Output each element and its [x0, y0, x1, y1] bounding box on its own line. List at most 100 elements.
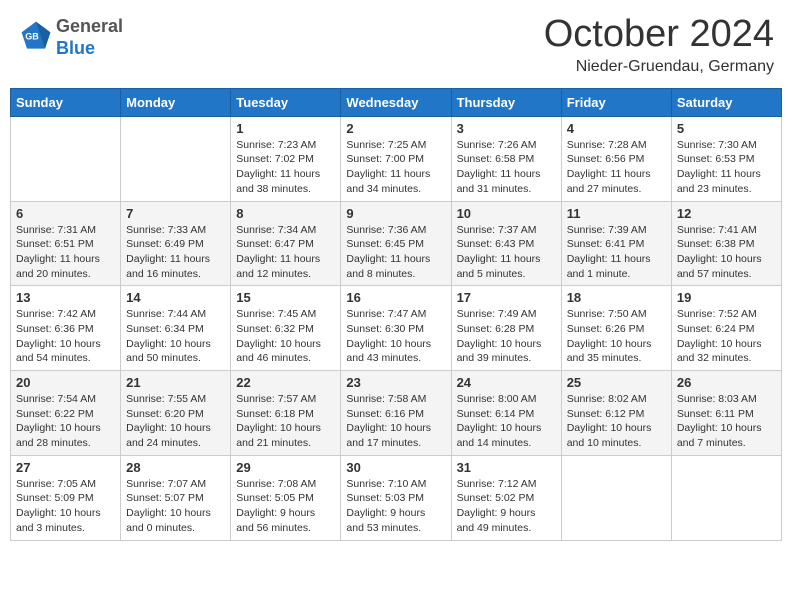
day-number: 13 — [16, 290, 115, 305]
day-number: 21 — [126, 375, 225, 390]
calendar-cell: 19Sunrise: 7:52 AM Sunset: 6:24 PM Dayli… — [671, 286, 781, 371]
calendar-cell: 2 Sunrise: 7:25 AM Sunset: 7:00 PM Daylig… — [341, 116, 451, 201]
cell-info: Sunrise: 7:34 AM Sunset: 6:47 PM Dayligh… — [236, 223, 335, 282]
cell-info: Sunrise: 8:00 AM Sunset: 6:14 PM Dayligh… — [457, 392, 556, 451]
cell-info: Sunrise: 7:37 AM Sunset: 6:43 PM Dayligh… — [457, 223, 556, 282]
weekday-header-sunday: Sunday — [11, 88, 121, 116]
day-number: 28 — [126, 460, 225, 475]
day-number: 23 — [346, 375, 445, 390]
cell-info: Sunrise: 7:39 AM Sunset: 6:41 PM Dayligh… — [567, 223, 666, 282]
day-number: 2 — [346, 121, 445, 136]
cell-info: Sunrise: 7:52 AM Sunset: 6:24 PM Dayligh… — [677, 307, 776, 366]
day-number: 20 — [16, 375, 115, 390]
cell-info: Sunrise: 7:25 AM Sunset: 7:00 PM Dayligh… — [346, 138, 445, 197]
calendar-cell: 6 Sunrise: 7:31 AM Sunset: 6:51 PM Daylig… — [11, 201, 121, 286]
day-number: 31 — [457, 460, 556, 475]
day-number: 14 — [126, 290, 225, 305]
day-number: 30 — [346, 460, 445, 475]
cell-info: Sunrise: 7:44 AM Sunset: 6:34 PM Dayligh… — [126, 307, 225, 366]
day-number: 11 — [567, 206, 666, 221]
calendar-cell: 15 Sunrise: 7:45 AM Sunset: 6:32 PM Dayli… — [231, 286, 341, 371]
day-number: 15 — [236, 290, 335, 305]
week-row-1: 1 Sunrise: 7:23 AM Sunset: 7:02 PM Daylig… — [11, 116, 782, 201]
cell-info: Sunrise: 7:33 AM Sunset: 6:49 PM Dayligh… — [126, 223, 225, 282]
cell-info: Sunrise: 7:54 AM Sunset: 6:22 PM Dayligh… — [16, 392, 115, 451]
calendar-cell: 24 Sunrise: 8:00 AM Sunset: 6:14 PM Dayli… — [451, 371, 561, 456]
calendar-cell: 9 Sunrise: 7:36 AM Sunset: 6:45 PM Daylig… — [341, 201, 451, 286]
calendar-cell: 18 Sunrise: 7:50 AM Sunset: 6:26 PM Dayli… — [561, 286, 671, 371]
calendar-cell: 26Sunrise: 8:03 AM Sunset: 6:11 PM Dayli… — [671, 371, 781, 456]
calendar-cell: 7Sunrise: 7:33 AM Sunset: 6:49 PM Daylig… — [121, 201, 231, 286]
cell-info: Sunrise: 7:50 AM Sunset: 6:26 PM Dayligh… — [567, 307, 666, 366]
calendar-cell: 29 Sunrise: 7:08 AM Sunset: 5:05 PM Dayli… — [231, 455, 341, 540]
weekday-header-thursday: Thursday — [451, 88, 561, 116]
calendar-cell: 3 Sunrise: 7:26 AM Sunset: 6:58 PM Daylig… — [451, 116, 561, 201]
day-number: 25 — [567, 375, 666, 390]
page-header: GB General Blue October 2024 Nieder-Grue… — [10, 10, 782, 80]
calendar-cell: 22 Sunrise: 7:57 AM Sunset: 6:18 PM Dayli… — [231, 371, 341, 456]
cell-info: Sunrise: 7:47 AM Sunset: 6:30 PM Dayligh… — [346, 307, 445, 366]
calendar-cell: 1 Sunrise: 7:23 AM Sunset: 7:02 PM Daylig… — [231, 116, 341, 201]
cell-info: Sunrise: 7:42 AM Sunset: 6:36 PM Dayligh… — [16, 307, 115, 366]
cell-info: Sunrise: 7:28 AM Sunset: 6:56 PM Dayligh… — [567, 138, 666, 197]
calendar-cell: 20 Sunrise: 7:54 AM Sunset: 6:22 PM Dayli… — [11, 371, 121, 456]
location: Nieder-Gruendau, Germany — [544, 58, 774, 76]
logo-blue: Blue — [56, 38, 95, 58]
cell-info: Sunrise: 7:36 AM Sunset: 6:45 PM Dayligh… — [346, 223, 445, 282]
week-row-4: 20 Sunrise: 7:54 AM Sunset: 6:22 PM Dayli… — [11, 371, 782, 456]
calendar-cell: 5Sunrise: 7:30 AM Sunset: 6:53 PM Daylig… — [671, 116, 781, 201]
calendar-cell: 4 Sunrise: 7:28 AM Sunset: 6:56 PM Daylig… — [561, 116, 671, 201]
calendar-cell: 11 Sunrise: 7:39 AM Sunset: 6:41 PM Dayli… — [561, 201, 671, 286]
calendar: SundayMondayTuesdayWednesdayThursdayFrid… — [10, 88, 782, 541]
day-number: 17 — [457, 290, 556, 305]
calendar-cell: 31 Sunrise: 7:12 AM Sunset: 5:02 PM Dayli… — [451, 455, 561, 540]
calendar-cell — [11, 116, 121, 201]
calendar-cell — [561, 455, 671, 540]
calendar-cell: 27 Sunrise: 7:05 AM Sunset: 5:09 PM Dayli… — [11, 455, 121, 540]
calendar-cell: 16Sunrise: 7:47 AM Sunset: 6:30 PM Dayli… — [341, 286, 451, 371]
weekday-header-row: SundayMondayTuesdayWednesdayThursdayFrid… — [11, 88, 782, 116]
day-number: 1 — [236, 121, 335, 136]
cell-info: Sunrise: 7:57 AM Sunset: 6:18 PM Dayligh… — [236, 392, 335, 451]
cell-info: Sunrise: 7:07 AM Sunset: 5:07 PM Dayligh… — [126, 477, 225, 536]
cell-info: Sunrise: 7:45 AM Sunset: 6:32 PM Dayligh… — [236, 307, 335, 366]
calendar-cell: 28 Sunrise: 7:07 AM Sunset: 5:07 PM Dayli… — [121, 455, 231, 540]
cell-info: Sunrise: 7:08 AM Sunset: 5:05 PM Dayligh… — [236, 477, 335, 536]
calendar-cell: 17Sunrise: 7:49 AM Sunset: 6:28 PM Dayli… — [451, 286, 561, 371]
day-number: 12 — [677, 206, 776, 221]
cell-info: Sunrise: 7:26 AM Sunset: 6:58 PM Dayligh… — [457, 138, 556, 197]
logo-general: General — [56, 16, 123, 36]
day-number: 6 — [16, 206, 115, 221]
weekday-header-wednesday: Wednesday — [341, 88, 451, 116]
calendar-cell: 12 Sunrise: 7:41 AM Sunset: 6:38 PM Dayli… — [671, 201, 781, 286]
day-number: 9 — [346, 206, 445, 221]
calendar-cell: 21 Sunrise: 7:55 AM Sunset: 6:20 PM Dayli… — [121, 371, 231, 456]
cell-info: Sunrise: 7:12 AM Sunset: 5:02 PM Dayligh… — [457, 477, 556, 536]
cell-info: Sunrise: 7:10 AM Sunset: 5:03 PM Dayligh… — [346, 477, 445, 536]
weekday-header-tuesday: Tuesday — [231, 88, 341, 116]
cell-info: Sunrise: 7:05 AM Sunset: 5:09 PM Dayligh… — [16, 477, 115, 536]
day-number: 3 — [457, 121, 556, 136]
calendar-cell: 13 Sunrise: 7:42 AM Sunset: 6:36 PM Dayli… — [11, 286, 121, 371]
weekday-header-friday: Friday — [561, 88, 671, 116]
day-number: 4 — [567, 121, 666, 136]
day-number: 8 — [236, 206, 335, 221]
cell-info: Sunrise: 7:55 AM Sunset: 6:20 PM Dayligh… — [126, 392, 225, 451]
day-number: 29 — [236, 460, 335, 475]
logo: GB General Blue — [18, 14, 123, 58]
cell-info: Sunrise: 7:31 AM Sunset: 6:51 PM Dayligh… — [16, 223, 115, 282]
calendar-cell — [121, 116, 231, 201]
weekday-header-monday: Monday — [121, 88, 231, 116]
calendar-cell: 10Sunrise: 7:37 AM Sunset: 6:43 PM Dayli… — [451, 201, 561, 286]
cell-info: Sunrise: 7:41 AM Sunset: 6:38 PM Dayligh… — [677, 223, 776, 282]
month-title: October 2024 — [544, 14, 774, 56]
week-row-3: 13 Sunrise: 7:42 AM Sunset: 6:36 PM Dayli… — [11, 286, 782, 371]
cell-info: Sunrise: 7:23 AM Sunset: 7:02 PM Dayligh… — [236, 138, 335, 197]
day-number: 22 — [236, 375, 335, 390]
calendar-cell: 23Sunrise: 7:58 AM Sunset: 6:16 PM Dayli… — [341, 371, 451, 456]
day-number: 18 — [567, 290, 666, 305]
cell-info: Sunrise: 8:03 AM Sunset: 6:11 PM Dayligh… — [677, 392, 776, 451]
day-number: 27 — [16, 460, 115, 475]
title-block: October 2024 Nieder-Gruendau, Germany — [544, 14, 774, 76]
day-number: 24 — [457, 375, 556, 390]
